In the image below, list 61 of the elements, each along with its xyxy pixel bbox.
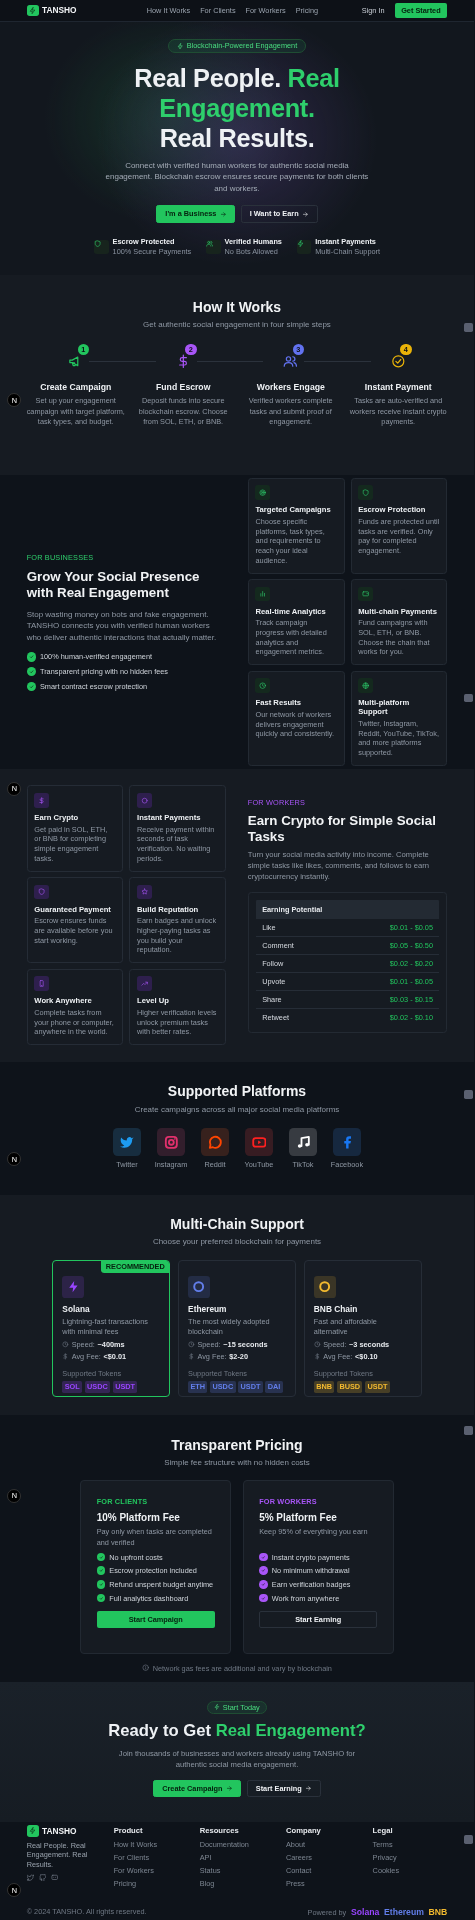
target-icon (255, 485, 271, 501)
chain-name: Solana (350, 1906, 380, 1917)
section-title: How It Works (192, 298, 282, 315)
step-title: Fund Escrow (156, 381, 211, 392)
circle-icon (137, 793, 152, 808)
section-title: Supported Platforms (167, 1083, 307, 1100)
cta-title: Ready to Get Real Engagement? (108, 1721, 366, 1742)
section-subtitle: Simple fee structure with no hidden costs (164, 1457, 310, 1467)
chain-name: Solana (62, 1303, 91, 1314)
logo-text: TANSHO (41, 1825, 77, 1836)
chain-name: Ethereum (188, 1303, 228, 1314)
step-title: Instant Payment (364, 381, 432, 392)
section-title: Earn Crypto for Simple Social Tasks (247, 812, 437, 845)
section-subtitle: Get authentic social engagement in four simple steps (143, 319, 331, 329)
logo-icon (26, 1824, 39, 1837)
section-subtitle: Create campaigns across all major social media platforms (134, 1104, 340, 1114)
phone-icon (34, 976, 49, 991)
chain-name: BNB Chain (313, 1303, 359, 1314)
chain-name: Ethereum (383, 1906, 424, 1917)
check-icon (259, 1566, 268, 1575)
shield-icon (34, 884, 49, 900)
wallet-icon (358, 586, 373, 602)
dollar-icon (34, 793, 49, 808)
trend-icon (137, 976, 152, 991)
platform-tile[interactable] (288, 1128, 317, 1157)
check-icon (96, 1566, 106, 1575)
step-title: Workers Engage (256, 381, 325, 392)
bar-chart-icon (255, 586, 271, 602)
section-title: Transparent Pricing (171, 1436, 303, 1453)
check-icon (96, 1580, 106, 1589)
platform-tile[interactable] (113, 1128, 141, 1157)
section-title: Grow Your Social Presence with Real Engagement (26, 568, 201, 601)
platform-tile[interactable] (201, 1128, 229, 1157)
check-icon (96, 1552, 106, 1562)
check-icon (26, 666, 36, 677)
platform-tile[interactable] (245, 1128, 273, 1157)
check-icon (96, 1593, 106, 1603)
check-icon (259, 1593, 268, 1603)
plan-title: 10% Platform Fee (96, 1511, 181, 1523)
hero-subtitle: Connect with verified human workers for authentic social media engagement. Blockchain escrow ensures secure payments for both clients and workers. (104, 159, 370, 194)
logo-text: TANSHO (41, 5, 77, 16)
clock-icon (255, 678, 271, 694)
check-icon (259, 1552, 268, 1562)
platform-tile[interactable] (332, 1128, 361, 1157)
globe-icon (358, 678, 373, 694)
check-icon (259, 1580, 268, 1589)
chain-name: BNB (428, 1906, 448, 1917)
people-icon (205, 239, 221, 255)
check-icon (26, 652, 36, 662)
shield-icon (93, 239, 109, 255)
section-subtitle: Choose your preferred blockchain for payments (152, 1237, 322, 1247)
plan-title: 5% Platform Fee (259, 1511, 338, 1523)
bolt-icon (296, 239, 312, 255)
hero-title: Real People. Real Engagement. Real Results. (133, 62, 341, 153)
platform-tile[interactable] (157, 1128, 185, 1157)
section-title: Multi-Chain Support (170, 1215, 304, 1232)
step-title: Create Campaign (40, 381, 112, 392)
section-text: Stop wasting money on bots and fake engagement. TANSHO connects you with verified human workers who deliver authentic interactions that actually matter. (26, 608, 218, 644)
check-icon (26, 681, 36, 691)
shield-icon (358, 485, 373, 501)
logo-icon (26, 4, 39, 17)
